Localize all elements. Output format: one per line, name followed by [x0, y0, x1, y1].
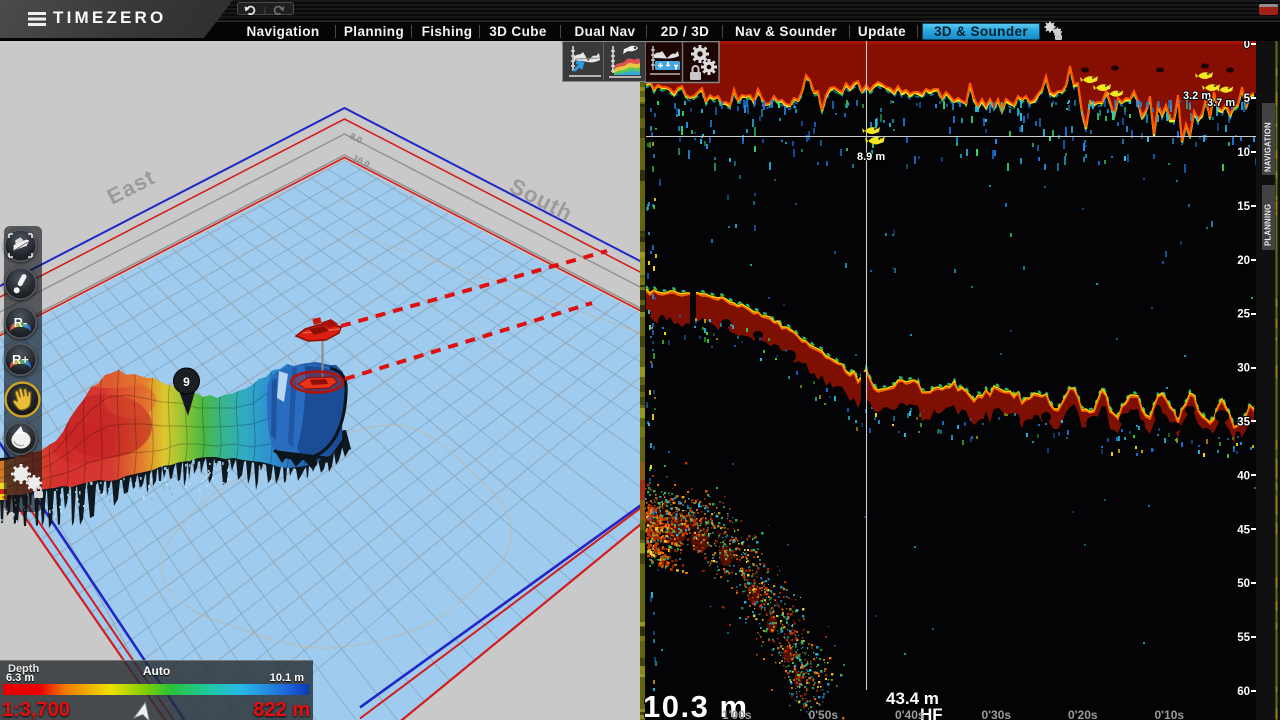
- svg-text:8.9 m: 8.9 m: [857, 151, 885, 163]
- svg-text:PLANNING: PLANNING: [1264, 204, 1273, 246]
- svg-text:R-: R-: [14, 315, 28, 330]
- svg-text:0'40s: 0'40s: [895, 708, 925, 720]
- svg-text:35: 35: [1237, 417, 1250, 429]
- svg-text:R+: R+: [12, 352, 29, 367]
- svg-text:60: 60: [1237, 686, 1250, 698]
- svg-text:NAVIGATION: NAVIGATION: [1264, 122, 1273, 172]
- svg-text:20: 20: [1237, 255, 1250, 267]
- svg-text:1'00s: 1'00s: [722, 708, 752, 720]
- svg-text:0'50s: 0'50s: [809, 708, 839, 720]
- svg-text:10: 10: [1237, 147, 1250, 159]
- svg-text:15: 15: [1237, 201, 1250, 213]
- svg-text:0'10s: 0'10s: [1155, 708, 1185, 720]
- svg-text:0'30s: 0'30s: [982, 708, 1012, 720]
- svg-text:5: 5: [1244, 93, 1251, 105]
- svg-text:50: 50: [1237, 578, 1250, 590]
- svg-text:0'20s: 0'20s: [1068, 708, 1098, 720]
- svg-text:45: 45: [1237, 524, 1250, 536]
- svg-text:40: 40: [1237, 470, 1250, 482]
- svg-text:0: 0: [1244, 41, 1250, 51]
- svg-text:25: 25: [1237, 309, 1250, 321]
- svg-text:3.7 m: 3.7 m: [1207, 97, 1235, 109]
- svg-text:30: 30: [1237, 363, 1250, 375]
- svg-text:9: 9: [183, 375, 190, 389]
- svg-text:55: 55: [1237, 632, 1250, 644]
